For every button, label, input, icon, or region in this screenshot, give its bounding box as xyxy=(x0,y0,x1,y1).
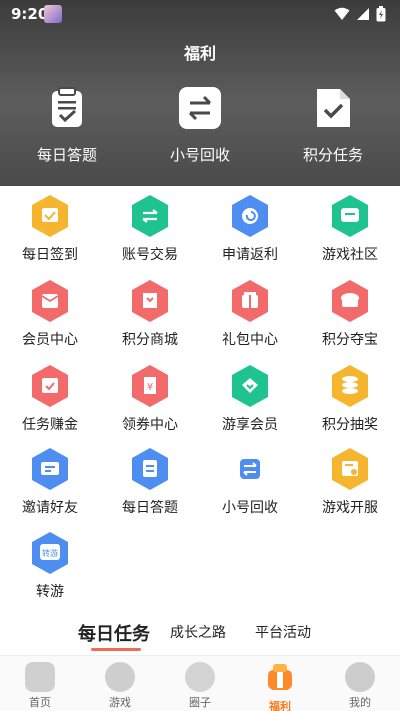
grid-item-coupon[interactable]: ¥ 领券中心 xyxy=(100,364,200,434)
top-action-label: 积分任务 xyxy=(302,146,363,164)
top-action-account-recycle[interactable]: 小号回收 xyxy=(145,86,255,165)
grid-item-label: 积分夺宝 xyxy=(322,332,378,348)
nav-item-welfare[interactable]: 福利 xyxy=(250,662,310,711)
page-title: 福利 xyxy=(183,44,216,63)
header-banner: 9:20 福利 每日答题 小号回收 积分任务 xyxy=(0,0,400,186)
nav-item-home[interactable]: 首页 xyxy=(10,662,70,710)
vip-card-icon xyxy=(32,280,68,322)
top-action-label: 每日答题 xyxy=(36,146,97,164)
grid-item-refund[interactable]: 申请返利 xyxy=(200,194,300,264)
wifi-icon xyxy=(334,7,350,20)
grid-item-label: 每日签到 xyxy=(22,247,78,263)
active-tab-indicator xyxy=(91,648,141,651)
circle-icon xyxy=(185,662,215,692)
grid-item-label: 礼包中心 xyxy=(222,332,278,348)
signal-icon xyxy=(357,8,369,20)
grid-item-server-open[interactable]: 游戏开服 xyxy=(300,447,400,517)
invite-mail-icon xyxy=(32,448,68,490)
grid-item-chat-bubble[interactable]: 游戏社区 xyxy=(300,194,400,264)
top-action-label: 小号回收 xyxy=(169,146,230,164)
grid-item-label: 积分抽奖 xyxy=(322,417,378,433)
grid-item-diamond-heart[interactable]: 游享会员 xyxy=(200,364,300,434)
tab-platform-activity[interactable]: 平台活动 xyxy=(255,622,311,642)
swap-arrows-icon xyxy=(240,459,260,479)
nav-label: 我的 xyxy=(349,696,371,709)
status-icons xyxy=(334,6,386,22)
battery-icon xyxy=(376,6,386,22)
nav-item-mine[interactable]: 我的 xyxy=(330,662,390,710)
tab-daily-tasks[interactable]: 每日任务 xyxy=(78,620,150,646)
grid-item-transfer-game[interactable]: 转游 转游 xyxy=(0,531,100,601)
transfer-badge-text: 转游 xyxy=(42,548,58,558)
swap-arrows-icon xyxy=(179,87,221,129)
points-mall-icon xyxy=(132,280,168,322)
grid-item-label: 申请返利 xyxy=(222,247,278,263)
top-action-daily-quiz[interactable]: 每日答题 xyxy=(12,86,122,165)
grid-item-coin-stack[interactable]: 积分抽奖 xyxy=(300,364,400,434)
nav-label: 首页 xyxy=(29,696,51,709)
grid-item-exchange[interactable]: 账号交易 xyxy=(100,194,200,264)
grid-item-treasure[interactable]: 积分夺宝 xyxy=(300,279,400,349)
heart-icon xyxy=(105,662,135,692)
grid-item-swap-arrows[interactable]: 小号回收 xyxy=(200,447,300,517)
grid-item-points-mall[interactable]: 积分商城 xyxy=(100,279,200,349)
grid-item-label: 游戏社区 xyxy=(322,247,378,263)
grid-item-label: 账号交易 xyxy=(122,247,178,263)
treasure-icon xyxy=(332,280,368,322)
tab-growth-path[interactable]: 成长之路 xyxy=(170,622,226,642)
task-tabs: 每日任务 成长之路 平台活动 xyxy=(0,618,400,654)
diamond-heart-icon xyxy=(232,365,268,407)
grid-item-invite-mail[interactable]: 邀请好友 xyxy=(0,447,100,517)
grid-item-task-clipboard[interactable]: 任务赚金 xyxy=(0,364,100,434)
svg-text:¥: ¥ xyxy=(147,382,153,393)
coupon-icon: ¥ xyxy=(132,365,168,407)
grid-item-label: 转游 xyxy=(36,584,64,600)
grid-item-label: 邀请好友 xyxy=(22,500,78,516)
status-time: 9:20 xyxy=(11,5,49,23)
status-bar: 9:20 xyxy=(0,0,400,28)
quiz-sheet-icon xyxy=(132,448,168,490)
grid-item-label: 小号回收 xyxy=(222,500,278,516)
document-check-icon xyxy=(317,89,350,127)
grid-item-calendar-check[interactable]: 每日签到 xyxy=(0,194,100,264)
top-action-points-task[interactable]: 积分任务 xyxy=(278,86,388,165)
notification-avatar-icon xyxy=(44,5,62,23)
transfer-game-icon: 转游 xyxy=(32,532,68,574)
grid-item-quiz-sheet[interactable]: 每日答题 xyxy=(100,447,200,517)
gift-icon xyxy=(268,664,292,690)
grid-item-label: 积分商城 xyxy=(122,332,178,348)
exchange-icon xyxy=(132,195,168,237)
nav-item-games[interactable]: 游戏 xyxy=(90,662,150,710)
grid-item-label: 会员中心 xyxy=(22,332,78,348)
refund-icon xyxy=(232,195,268,237)
profile-icon xyxy=(345,662,375,692)
grid-item-label: 领券中心 xyxy=(122,417,178,433)
grid-item-label: 任务赚金 xyxy=(22,417,78,433)
grid-item-vip-card[interactable]: 会员中心 xyxy=(0,279,100,349)
bottom-nav: 首页 游戏 圈子 福利 我的 xyxy=(0,655,400,711)
nav-label: 福利 xyxy=(269,700,291,711)
grid-item-gift-pack[interactable]: 礼包中心 xyxy=(200,279,300,349)
nav-label: 圈子 xyxy=(189,696,211,709)
calendar-check-icon xyxy=(32,195,68,237)
coin-stack-icon xyxy=(332,365,368,407)
grid-item-label: 游享会员 xyxy=(222,417,278,433)
gift-pack-icon xyxy=(232,280,268,322)
grid-item-label: 每日答题 xyxy=(122,500,178,516)
server-open-icon xyxy=(332,448,368,490)
quiz-clipboard-icon xyxy=(52,87,82,127)
nav-item-circle[interactable]: 圈子 xyxy=(170,662,230,710)
task-clipboard-icon xyxy=(32,365,68,407)
grid-item-label: 游戏开服 xyxy=(322,500,378,516)
nav-label: 游戏 xyxy=(109,696,131,709)
gamepad-icon xyxy=(25,662,55,692)
chat-bubble-icon xyxy=(332,195,368,237)
